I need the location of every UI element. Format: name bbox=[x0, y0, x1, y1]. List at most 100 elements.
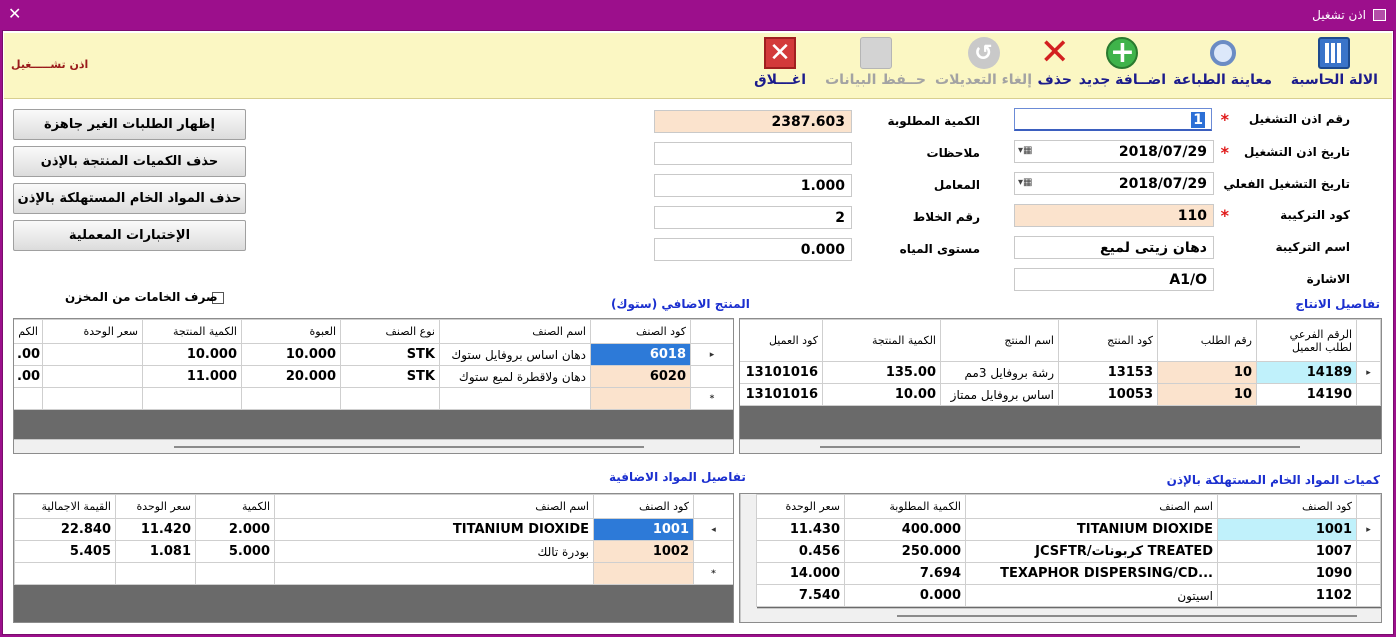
cell[interactable]: 13101016 bbox=[740, 361, 823, 384]
cell[interactable]: 11.420 bbox=[115, 518, 196, 541]
order-no-field[interactable]: 1 bbox=[1014, 108, 1212, 131]
col-header[interactable]: اسم الصنف bbox=[965, 494, 1218, 519]
table-row[interactable]: 7.540 0.000 اسيتون 1102 bbox=[756, 584, 1381, 607]
show-not-ready-button[interactable]: إظهار الطلبات الغير جاهزة bbox=[13, 109, 246, 140]
cell[interactable]: دهان اساس بروفايل ستوك bbox=[439, 343, 591, 366]
cell[interactable]: بودرة تالك bbox=[274, 540, 594, 563]
table-row[interactable]: 13101016 10.00 اساس بروفايل ممتاز 10053 … bbox=[740, 383, 1381, 406]
save-button[interactable]: حــفظ البيانات bbox=[825, 37, 926, 88]
horizontal-scrollbar[interactable] bbox=[757, 608, 1381, 622]
cell[interactable]: 1102 bbox=[1217, 584, 1357, 607]
cell[interactable]: 10 bbox=[1157, 383, 1257, 406]
cell[interactable]: 1001 bbox=[1217, 518, 1357, 541]
col-header[interactable]: كود الصنف bbox=[590, 319, 691, 344]
col-header[interactable]: كود المنتج bbox=[1058, 319, 1158, 362]
cell[interactable]: STK bbox=[340, 365, 440, 388]
cell[interactable]: 135.00 bbox=[822, 361, 941, 384]
cell[interactable]: 7.540 bbox=[756, 584, 845, 607]
horizontal-scrollbar[interactable] bbox=[14, 439, 733, 453]
horizontal-scrollbar[interactable] bbox=[740, 439, 1381, 453]
undo-button[interactable]: ↺ إلغاء التعديلات bbox=[935, 37, 1032, 88]
cell[interactable]: دهان ولاقطرة لميع ستوك bbox=[439, 365, 591, 388]
cell[interactable]: 10.00 bbox=[822, 383, 941, 406]
col-header[interactable]: الكمية المنتجة bbox=[142, 319, 242, 344]
actual-date-picker[interactable]: ▾▦ 2018/07/29 bbox=[1014, 172, 1214, 195]
col-header[interactable]: الرقم الفرعي لطلب العميل bbox=[1256, 319, 1357, 362]
delete-produced-button[interactable]: حذف الكميات المنتجة بالإذن bbox=[13, 146, 246, 177]
col-header[interactable]: كود العميل bbox=[740, 319, 823, 362]
cell[interactable]: 10 bbox=[1157, 361, 1257, 384]
cell[interactable]: 1090 bbox=[1217, 562, 1357, 585]
cell[interactable]: TITANIUM DIOXIDE bbox=[274, 518, 594, 541]
col-header[interactable]: كود الصنف bbox=[1217, 494, 1357, 519]
water-level-field[interactable]: 0.000 bbox=[654, 238, 852, 261]
cell[interactable]: 400.000 bbox=[844, 518, 966, 541]
cell[interactable]: 10.000 bbox=[241, 343, 341, 366]
mixer-no-field[interactable]: 2 bbox=[654, 206, 852, 229]
cell[interactable]: 1.081 bbox=[115, 540, 196, 563]
cell[interactable]: TEXAPHOR DISPERSING/CD... bbox=[965, 562, 1218, 585]
table-row[interactable]: 0.456 250.000 JCSFTR/كربونات TREATED 100… bbox=[756, 540, 1381, 563]
cell[interactable]: 0.000 bbox=[844, 584, 966, 607]
cell[interactable]: JCSFTR/كربونات TREATED bbox=[965, 540, 1218, 563]
cell[interactable]: 14190 bbox=[1256, 383, 1357, 406]
table-row[interactable]: .00 11.000 20.000 STK دهان ولاقطرة لميع … bbox=[14, 365, 733, 388]
col-header[interactable]: العبوة bbox=[241, 319, 341, 344]
cell[interactable]: 13153 bbox=[1058, 361, 1158, 384]
cell[interactable]: اساس بروفايل ممتاز bbox=[940, 383, 1059, 406]
cell[interactable]: 1002 bbox=[593, 540, 694, 563]
cell[interactable]: 6020 bbox=[590, 365, 691, 388]
col-header[interactable]: اسم المنتج bbox=[940, 319, 1059, 362]
table-row[interactable]: 14.000 7.694 TEXAPHOR DISPERSING/CD... 1… bbox=[756, 562, 1381, 585]
order-date-picker[interactable]: ▾▦ 2018/07/29 bbox=[1014, 140, 1214, 163]
new-row[interactable]: * bbox=[14, 562, 733, 585]
col-header[interactable]: سعر الوحدة bbox=[115, 494, 196, 519]
cell[interactable]: 1001 bbox=[593, 518, 694, 541]
col-header[interactable]: اسم الصنف bbox=[274, 494, 594, 519]
cell[interactable]: 10.000 bbox=[142, 343, 242, 366]
col-header[interactable]: الكم bbox=[14, 319, 43, 344]
cell[interactable]: رشة بروفايل 3مم bbox=[940, 361, 1059, 384]
cell[interactable]: 1007 bbox=[1217, 540, 1357, 563]
required-qty-field[interactable]: 2387.603 bbox=[654, 110, 852, 133]
lab-tests-button[interactable]: الإختبارات المعملية bbox=[13, 220, 246, 251]
col-header[interactable]: كود الصنف bbox=[593, 494, 694, 519]
cell[interactable]: 22.840 bbox=[14, 518, 116, 541]
cell[interactable]: 5.405 bbox=[14, 540, 116, 563]
factor-field[interactable]: 1.000 bbox=[654, 174, 852, 197]
cell[interactable]: .00 bbox=[14, 365, 43, 388]
cell[interactable]: .00 bbox=[14, 343, 43, 366]
formula-code-field[interactable]: 110 bbox=[1014, 204, 1214, 227]
cell[interactable]: TITANIUM DIOXIDE bbox=[965, 518, 1218, 541]
table-row[interactable]: 11.430 400.000 TITANIUM DIOXIDE 1001 ▸ bbox=[756, 518, 1381, 541]
delete-consumed-button[interactable]: حذف المواد الخام المستهلكة بالإذن bbox=[13, 183, 246, 214]
add-new-button[interactable]: + اضــافة جديد bbox=[1079, 37, 1166, 88]
col-header[interactable]: سعر الوحدة bbox=[42, 319, 143, 344]
col-header[interactable]: رقم الطلب bbox=[1157, 319, 1257, 362]
col-header[interactable]: نوع الصنف bbox=[340, 319, 440, 344]
notes-field[interactable] bbox=[654, 142, 852, 165]
table-row[interactable]: .00 10.000 10.000 STK دهان اساس بروفايل … bbox=[14, 343, 733, 366]
table-row[interactable]: 22.840 11.420 2.000 TITANIUM DIOXIDE 100… bbox=[14, 518, 733, 541]
close-button[interactable]: ✕ اغـــلاق bbox=[754, 37, 806, 88]
cell[interactable] bbox=[42, 365, 143, 388]
col-header[interactable]: الكمية bbox=[195, 494, 275, 519]
cell[interactable]: 10053 bbox=[1058, 383, 1158, 406]
calculator-button[interactable]: الالة الحاسبة bbox=[1291, 37, 1378, 88]
cell[interactable]: STK bbox=[340, 343, 440, 366]
cell[interactable]: اسيتون bbox=[965, 584, 1218, 607]
cell[interactable]: 6018 bbox=[590, 343, 691, 366]
print-preview-button[interactable]: معاينة الطباعة bbox=[1173, 37, 1272, 88]
cell[interactable]: 11.000 bbox=[142, 365, 242, 388]
col-header[interactable]: الكمية المطلوبة bbox=[844, 494, 966, 519]
cell[interactable]: 20.000 bbox=[241, 365, 341, 388]
col-header[interactable]: القيمة الاجمالية bbox=[14, 494, 116, 519]
cell[interactable]: 7.694 bbox=[844, 562, 966, 585]
cell[interactable]: 5.000 bbox=[195, 540, 275, 563]
col-header[interactable]: اسم الصنف bbox=[439, 319, 591, 344]
vertical-scrollbar[interactable] bbox=[740, 494, 757, 622]
table-row[interactable]: 13101016 135.00 رشة بروفايل 3مم 13153 10… bbox=[740, 361, 1381, 384]
reference-field[interactable]: A1/O bbox=[1014, 268, 1214, 291]
formula-name-field[interactable]: دهان زيتى لميع bbox=[1014, 236, 1214, 259]
cell[interactable]: 2.000 bbox=[195, 518, 275, 541]
